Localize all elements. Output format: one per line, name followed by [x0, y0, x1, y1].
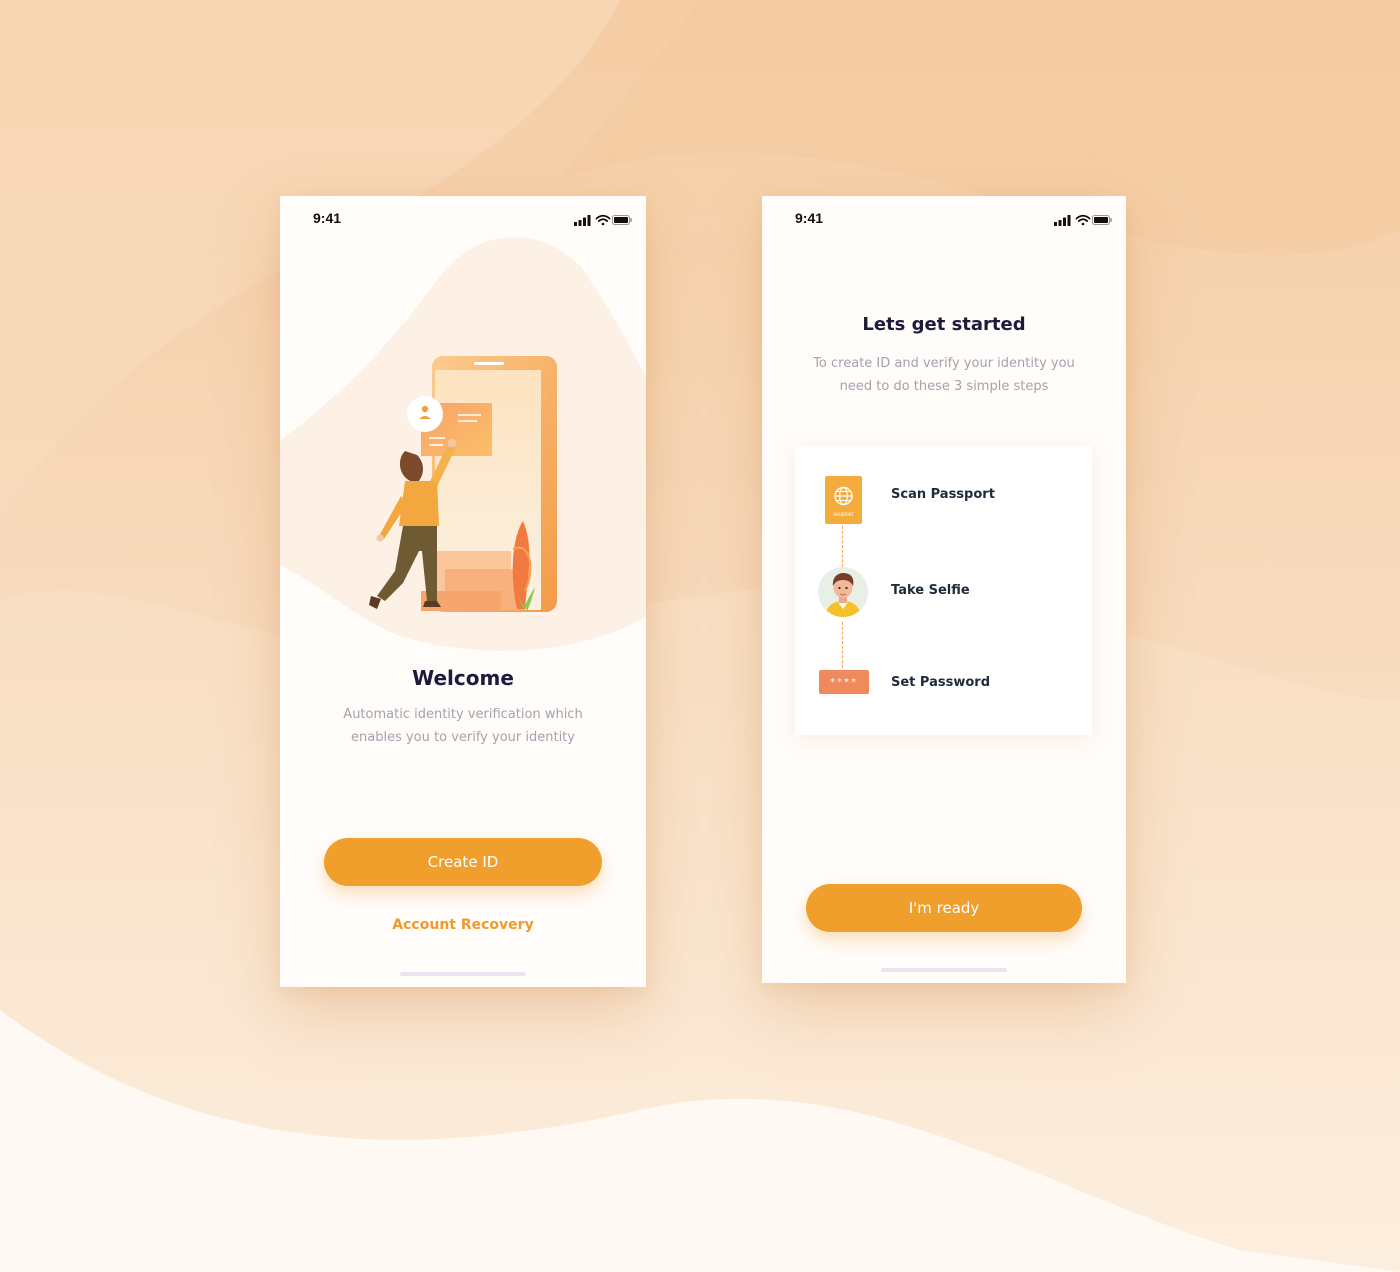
wifi-icon — [1075, 214, 1091, 226]
step-connector — [842, 622, 843, 668]
wifi-icon — [595, 214, 611, 226]
status-icons — [574, 211, 632, 230]
status-time: 9:41 — [313, 210, 342, 226]
background-waves — [0, 0, 1400, 1272]
page-subtitle: Automatic identity verification which en… — [280, 703, 646, 749]
signal-icon — [574, 215, 591, 226]
page-subtitle: To create ID and verify your identity yo… — [762, 352, 1126, 398]
battery-icon — [612, 215, 632, 225]
page-title: Welcome — [412, 666, 514, 690]
subtitle-line-1: Automatic identity verification which — [343, 707, 583, 722]
subtitle-line-2: enables you to verify your identity — [351, 730, 575, 745]
subtitle-line-1: To create ID and verify your identity yo… — [813, 356, 1075, 371]
signal-icon — [1054, 215, 1071, 226]
im-ready-button[interactable]: I'm ready — [806, 884, 1082, 932]
step-label: Scan Passport — [891, 487, 995, 502]
welcome-screen: 9:41 Welcome Automatic identity verifica… — [280, 196, 646, 987]
steps-card: PASSPORT Scan Passport Take Selfie **** … — [795, 446, 1092, 735]
home-indicator[interactable] — [400, 972, 526, 976]
svg-text:****: **** — [830, 677, 858, 688]
account-recovery-link[interactable]: Account Recovery — [280, 917, 646, 933]
status-time: 9:41 — [795, 210, 824, 226]
create-id-button[interactable]: Create ID — [324, 838, 602, 886]
steps-screen: 9:41 Lets get started To create ID and v… — [762, 196, 1126, 983]
welcome-illustration — [369, 356, 557, 612]
home-indicator[interactable] — [881, 968, 1007, 972]
passport-icon: PASSPORT — [825, 476, 862, 524]
password-icon: **** — [819, 670, 869, 694]
step-label: Take Selfie — [891, 583, 970, 598]
step-label: Set Password — [891, 675, 991, 690]
page-title: Lets get started — [862, 314, 1026, 335]
subtitle-line-2: need to do these 3 simple steps — [839, 379, 1049, 394]
status-icons — [1054, 211, 1112, 230]
battery-icon — [1092, 215, 1112, 225]
svg-text:PASSPORT: PASSPORT — [833, 512, 854, 517]
selfie-avatar-icon — [818, 567, 868, 617]
